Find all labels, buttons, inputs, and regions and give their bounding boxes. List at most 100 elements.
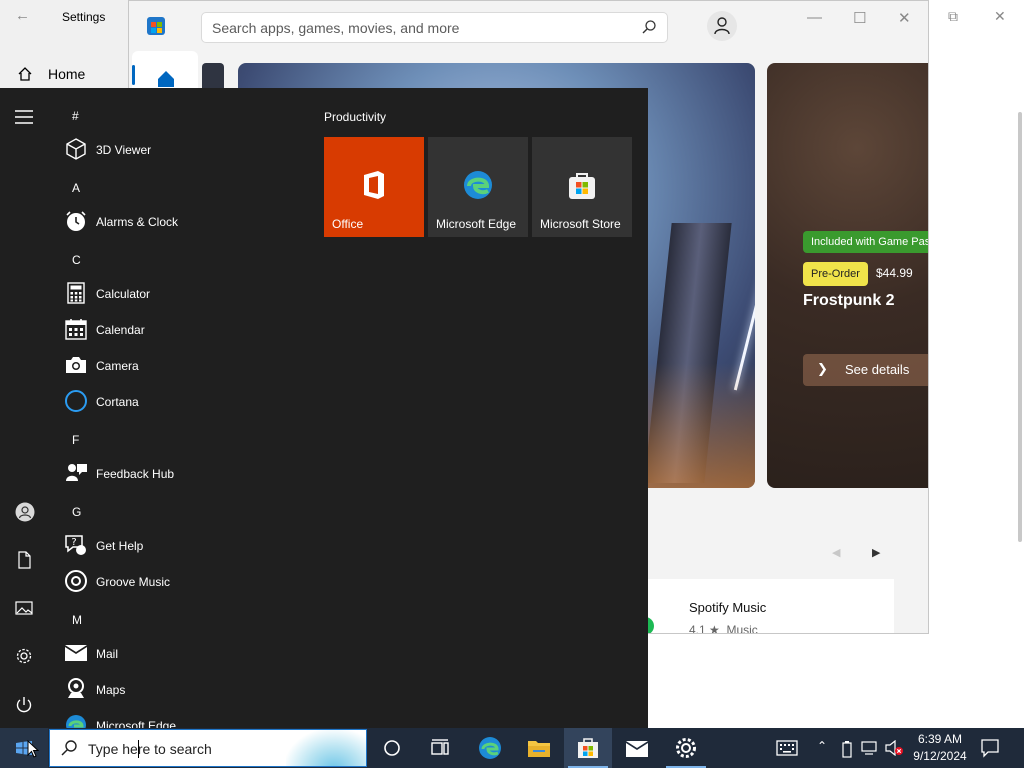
arrow-left-icon[interactable]: ← xyxy=(15,7,30,24)
group-header[interactable]: F xyxy=(72,433,79,447)
app-item-maps[interactable]: Maps xyxy=(62,673,302,707)
settings-titlebar: ← Settings xyxy=(0,0,128,34)
app-item-mail[interactable]: Mail xyxy=(62,637,302,671)
app-label: Calendar xyxy=(96,323,145,337)
app-item-cortana[interactable]: Cortana xyxy=(62,385,302,419)
keyboard-icon[interactable] xyxy=(776,740,798,756)
mail-icon xyxy=(65,645,87,661)
group-header[interactable]: G xyxy=(72,505,81,519)
text-caret xyxy=(138,740,139,758)
group-header[interactable]: M xyxy=(72,613,82,627)
hamburger-menu-icon[interactable] xyxy=(15,110,33,124)
search-icon[interactable] xyxy=(641,19,657,35)
music-icon xyxy=(65,570,87,592)
taskbar-settings[interactable] xyxy=(662,728,710,768)
app-item-alarms-clock[interactable]: Alarms & Clock xyxy=(62,205,302,239)
app-label: Cortana xyxy=(96,395,139,409)
app-label: Maps xyxy=(96,683,126,697)
network-icon[interactable] xyxy=(861,740,879,756)
chevron-up-icon[interactable]: ⌃ xyxy=(817,739,827,753)
app-item-3d-viewer[interactable]: 3D Viewer xyxy=(62,133,302,167)
edge-icon xyxy=(479,737,501,759)
taskbar: Type here to search ⌃ 6:39 AM 9/12/2024 xyxy=(0,728,1024,768)
account-avatar[interactable] xyxy=(707,11,737,41)
app-item-calculator[interactable]: Calculator xyxy=(62,277,302,311)
taskbar-file-explorer[interactable] xyxy=(515,728,563,768)
app-label: Groove Music xyxy=(96,575,171,589)
volume-muted-icon[interactable] xyxy=(884,740,904,756)
power-icon[interactable] xyxy=(15,696,33,714)
notification-center-icon[interactable] xyxy=(980,738,1000,758)
taskbar-store[interactable] xyxy=(564,728,612,768)
start-button[interactable] xyxy=(0,728,48,768)
store-logo-icon xyxy=(147,17,165,35)
game-title: Frostpunk 2 xyxy=(803,292,895,309)
carousel-next-icon[interactable]: ▶ xyxy=(872,546,880,559)
task-view-icon xyxy=(431,739,449,755)
see-details-label: See details xyxy=(845,362,910,377)
settings-scrollbar[interactable] xyxy=(1018,112,1022,542)
settings-icon xyxy=(676,738,696,758)
app-list: # 3D Viewer A Alarms & Clock C Calculato… xyxy=(62,88,302,735)
chevron-right-icon: ❯ xyxy=(817,361,828,376)
documents-icon[interactable] xyxy=(15,551,33,569)
pictures-icon[interactable] xyxy=(15,600,33,616)
taskbar-cortana[interactable] xyxy=(368,728,416,768)
minimize-icon[interactable]: — xyxy=(807,9,822,26)
taskbar-edge[interactable] xyxy=(466,728,514,768)
taskbar-search-placeholder: Type here to search xyxy=(88,741,212,757)
home-icon[interactable] xyxy=(17,66,33,82)
taskbar-mail[interactable] xyxy=(613,728,661,768)
hero-artwork-lightning xyxy=(733,195,755,391)
see-details-button[interactable]: ❯ See details xyxy=(803,354,928,386)
settings-gear-icon[interactable] xyxy=(15,647,33,665)
group-header[interactable]: A xyxy=(72,181,80,195)
tile-microsoft-store[interactable]: Microsoft Store xyxy=(532,137,632,237)
app-label: Get Help xyxy=(96,539,144,553)
carousel-prev-icon[interactable]: ◀ xyxy=(832,546,840,559)
app-item-get-help[interactable]: ? Get Help xyxy=(62,529,302,563)
battery-icon[interactable] xyxy=(842,740,852,758)
search-highlight-illustration xyxy=(286,730,366,766)
hero-card-frostpunk[interactable]: Included with Game Pass Pre-Order $44.99… xyxy=(767,63,928,488)
game-pass-badge: Included with Game Pass xyxy=(803,231,928,253)
tile-office[interactable]: Office xyxy=(324,137,424,237)
store-icon xyxy=(569,173,595,199)
store-search-placeholder: Search apps, games, movies, and more xyxy=(212,20,460,36)
user-account-icon[interactable] xyxy=(15,502,35,522)
office-icon xyxy=(364,171,384,199)
app-label: Calculator xyxy=(96,287,151,301)
group-header[interactable]: C xyxy=(72,253,81,267)
store-search-input[interactable]: Search apps, games, movies, and more xyxy=(201,12,668,43)
clock-date: 9/12/2024 xyxy=(913,749,967,763)
close-icon[interactable]: ✕ xyxy=(994,8,1006,25)
maximize-icon[interactable]: ☐ xyxy=(853,9,866,27)
app-category: Music xyxy=(726,623,758,634)
nav-selection-indicator xyxy=(132,65,135,85)
cortana-icon xyxy=(65,390,87,412)
cortana-icon xyxy=(384,740,400,756)
home-icon xyxy=(158,71,174,87)
system-clock[interactable]: 6:39 AM 9/12/2024 xyxy=(905,731,975,765)
help-icon: ? xyxy=(65,535,86,555)
app-meta: 4.1 ★ Music xyxy=(689,623,758,634)
mail-icon xyxy=(626,741,648,757)
taskbar-task-view[interactable] xyxy=(416,728,464,768)
taskbar-search-input[interactable]: Type here to search xyxy=(49,729,367,767)
app-item-feedback-hub[interactable]: Feedback Hub xyxy=(62,457,302,491)
tiles-group-title: Productivity xyxy=(324,110,387,124)
app-rating: 4.1 ★ xyxy=(689,623,720,634)
app-card-spotify[interactable]: Spotify Music 4.1 ★ Music xyxy=(644,579,894,634)
app-label: Alarms & Clock xyxy=(96,215,179,229)
group-header[interactable]: # xyxy=(72,109,79,123)
tile-microsoft-edge[interactable]: Microsoft Edge xyxy=(428,137,528,237)
app-item-camera[interactable]: Camera xyxy=(62,349,302,383)
calculator-icon xyxy=(67,282,85,304)
app-item-calendar[interactable]: Calendar xyxy=(62,313,302,347)
settings-home-link[interactable]: Home xyxy=(48,66,85,82)
app-name: Spotify Music xyxy=(689,600,767,615)
close-icon[interactable]: ✕ xyxy=(898,9,911,27)
app-item-groove-music[interactable]: Groove Music xyxy=(62,565,302,599)
tile-label: Microsoft Store xyxy=(540,217,621,231)
restore-icon[interactable]: ⧉ xyxy=(948,8,958,25)
